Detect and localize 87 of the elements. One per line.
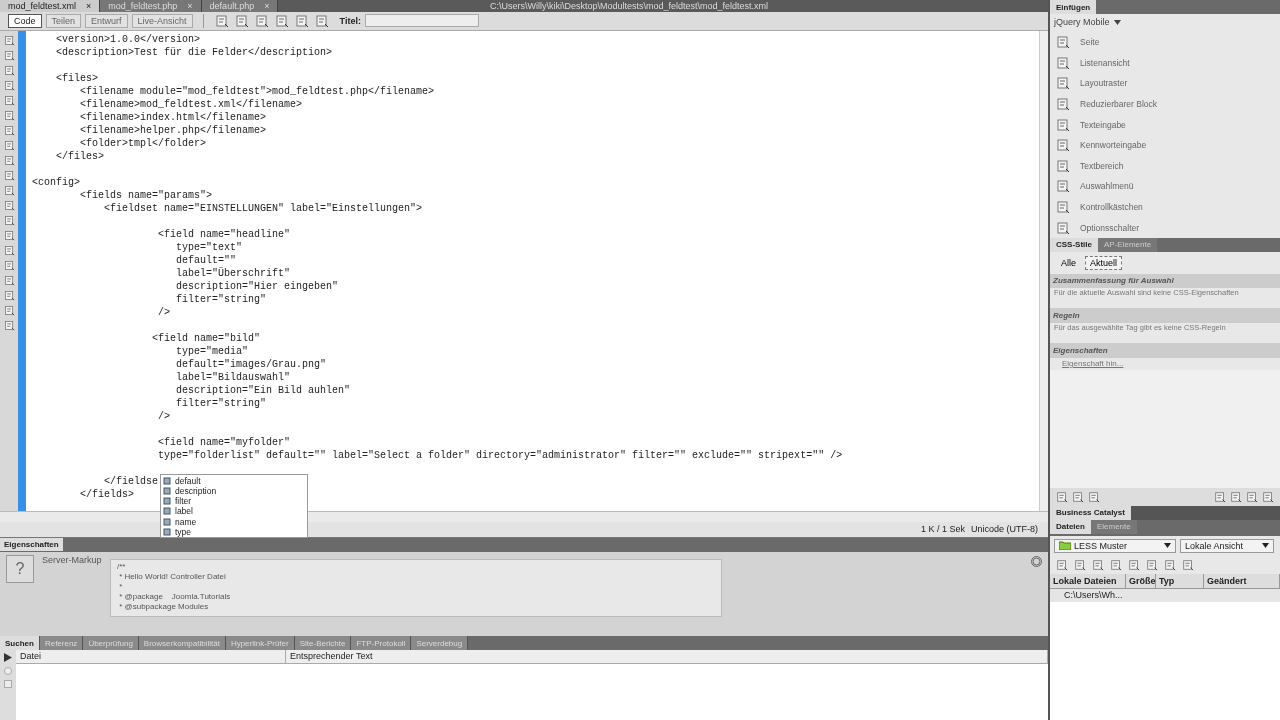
autocomplete-item[interactable]: filter xyxy=(175,496,192,507)
panel-tab[interactable]: Eigenschaften xyxy=(0,537,63,551)
code-line: default="" xyxy=(175,254,237,266)
title-field[interactable] xyxy=(364,14,479,28)
section-header: Zusammenfassung für Auswahl xyxy=(1050,273,1280,288)
document-tab[interactable]: default.php × xyxy=(201,0,279,12)
code-line: type="text" xyxy=(175,241,243,253)
autocomplete-item[interactable]: type xyxy=(175,526,192,537)
insert-item[interactable]: Kontrollkästchen xyxy=(1080,202,1143,213)
code-line: <version>1.0.0</version> xyxy=(55,33,201,45)
caret-icon[interactable] xyxy=(1262,543,1269,549)
mode-button[interactable]: Aktuell xyxy=(1085,255,1123,270)
code-line: <filename module="mod_feldtest">mod_feldtest.php</filename> xyxy=(79,85,435,97)
field-label: Server-Markup xyxy=(42,554,102,567)
add-property-link[interactable]: Eigenschaft hin... xyxy=(1062,358,1124,368)
insert-item[interactable]: Texteingabe xyxy=(1080,119,1126,130)
column-header[interactable]: Geändert xyxy=(1204,573,1280,588)
code-line: <config> xyxy=(32,176,80,188)
encoding: Unicode (UTF-8) xyxy=(971,524,1038,535)
code-line: type="folderlist" default="" label="Select a folder" directory="administrator" filter="" exclude="" stripext="" /> xyxy=(157,449,843,461)
file-path: C:\Users\Willy\kiki\Desktop\Modultests\mod_feldtest\mod_feldtest.xml xyxy=(489,0,768,11)
code-line: <field name="headline" xyxy=(157,228,291,240)
code-line: </files> xyxy=(55,150,104,162)
insert-item[interactable]: Kennworteingabe xyxy=(1080,140,1147,151)
save-icon[interactable] xyxy=(4,680,12,689)
close-icon[interactable]: × xyxy=(86,0,92,12)
play-icon[interactable] xyxy=(4,653,12,663)
code-line: <filename>helper.php</filename> xyxy=(79,124,267,136)
code-line: </fieldse xyxy=(103,475,159,487)
code-line: /> xyxy=(157,410,171,422)
code-line: /> xyxy=(157,306,171,318)
caret-icon[interactable] xyxy=(1113,19,1121,25)
autocomplete-item[interactable]: default xyxy=(175,475,201,486)
close-icon[interactable]: × xyxy=(187,0,193,12)
document-tab[interactable]: mod_feldtest.xml × xyxy=(0,0,101,12)
code-line: filter="string" xyxy=(175,397,267,409)
insert-item[interactable]: Listenansicht xyxy=(1080,57,1130,68)
column-header[interactable]: Typ xyxy=(1156,573,1204,588)
code-line: <folder>tmpl</folder> xyxy=(79,137,207,149)
question-icon: ? xyxy=(6,554,34,583)
code-line: <fieldset name="EINSTELLUNGEN" label="Einstellungen"> xyxy=(103,202,423,214)
autocomplete-item[interactable]: label xyxy=(175,506,193,517)
scrollbar[interactable] xyxy=(1039,30,1048,511)
file-row[interactable]: C:\Users\Wh... xyxy=(1064,589,1123,600)
insert-item[interactable]: Auswahlmenü xyxy=(1080,181,1134,192)
insert-item[interactable]: Layoutraster xyxy=(1080,78,1128,89)
code-line: default="images/Grau.png" xyxy=(175,358,327,370)
help-icon[interactable] xyxy=(1031,555,1042,567)
code-line: </fields> xyxy=(79,488,135,500)
autocomplete-item[interactable]: description xyxy=(175,486,217,497)
view-dropdown[interactable]: Lokale Ansicht xyxy=(1180,538,1274,553)
code-line: <fields name="params"> xyxy=(79,189,213,201)
insert-item[interactable]: Reduzierbarer Block xyxy=(1080,99,1157,110)
code-line: <filename>index.html</filename> xyxy=(79,111,267,123)
code-line: description="Hier eingeben" xyxy=(175,280,339,292)
code-textarea[interactable]: /** * Hello World! Controller Datei * * @package Joomla.Tutorials * @subpackage Modules xyxy=(110,558,722,617)
close-icon[interactable]: × xyxy=(264,0,270,12)
panel-tab[interactable]: Einfügen xyxy=(1050,0,1097,14)
code-line: label="Bildauswahl" xyxy=(175,371,291,383)
stop-icon[interactable] xyxy=(4,667,12,676)
file-size: 1 K / 1 Sek xyxy=(920,524,965,535)
code-line: <field name="myfolder" xyxy=(157,436,291,448)
code-line: type="media" xyxy=(175,345,249,357)
column-header[interactable]: Lokale Dateien xyxy=(1050,573,1126,588)
column-header[interactable]: Größe xyxy=(1126,573,1156,588)
code-line: <filename>mod_feldtest.xml</filename> xyxy=(79,98,303,110)
autocomplete-item[interactable]: name xyxy=(175,516,197,527)
insert-item[interactable]: Optionsschalter xyxy=(1080,222,1140,233)
view-button[interactable]: Code xyxy=(8,13,42,28)
panel-tab[interactable]: CSS-Stile xyxy=(1050,237,1098,252)
code-line: <files> xyxy=(55,72,98,84)
code-line: description="Ein Bild auhlen" xyxy=(175,384,351,396)
insert-item[interactable]: Seite xyxy=(1080,37,1100,48)
folder-icon xyxy=(1059,541,1071,551)
insert-item[interactable]: Textbereich xyxy=(1080,160,1124,171)
panel-tab[interactable]: Suchen xyxy=(0,636,40,651)
caret-icon[interactable] xyxy=(1164,543,1171,549)
document-tab[interactable]: mod_feldtest.php × xyxy=(100,0,202,12)
category-dropdown[interactable]: jQuery Mobile xyxy=(1054,17,1110,27)
column-header[interactable]: Datei xyxy=(16,650,286,664)
code-line: label="Überschrift" xyxy=(175,267,291,279)
site-dropdown[interactable]: LESS Muster xyxy=(1054,538,1176,553)
code-line: <field name="bild" xyxy=(151,332,261,344)
code-line: <description>Test für die Felder</description> xyxy=(55,46,333,58)
code-line: filter="string" xyxy=(175,293,267,305)
title-label: Titel: xyxy=(339,15,361,26)
mode-button[interactable]: Alle xyxy=(1056,255,1081,270)
